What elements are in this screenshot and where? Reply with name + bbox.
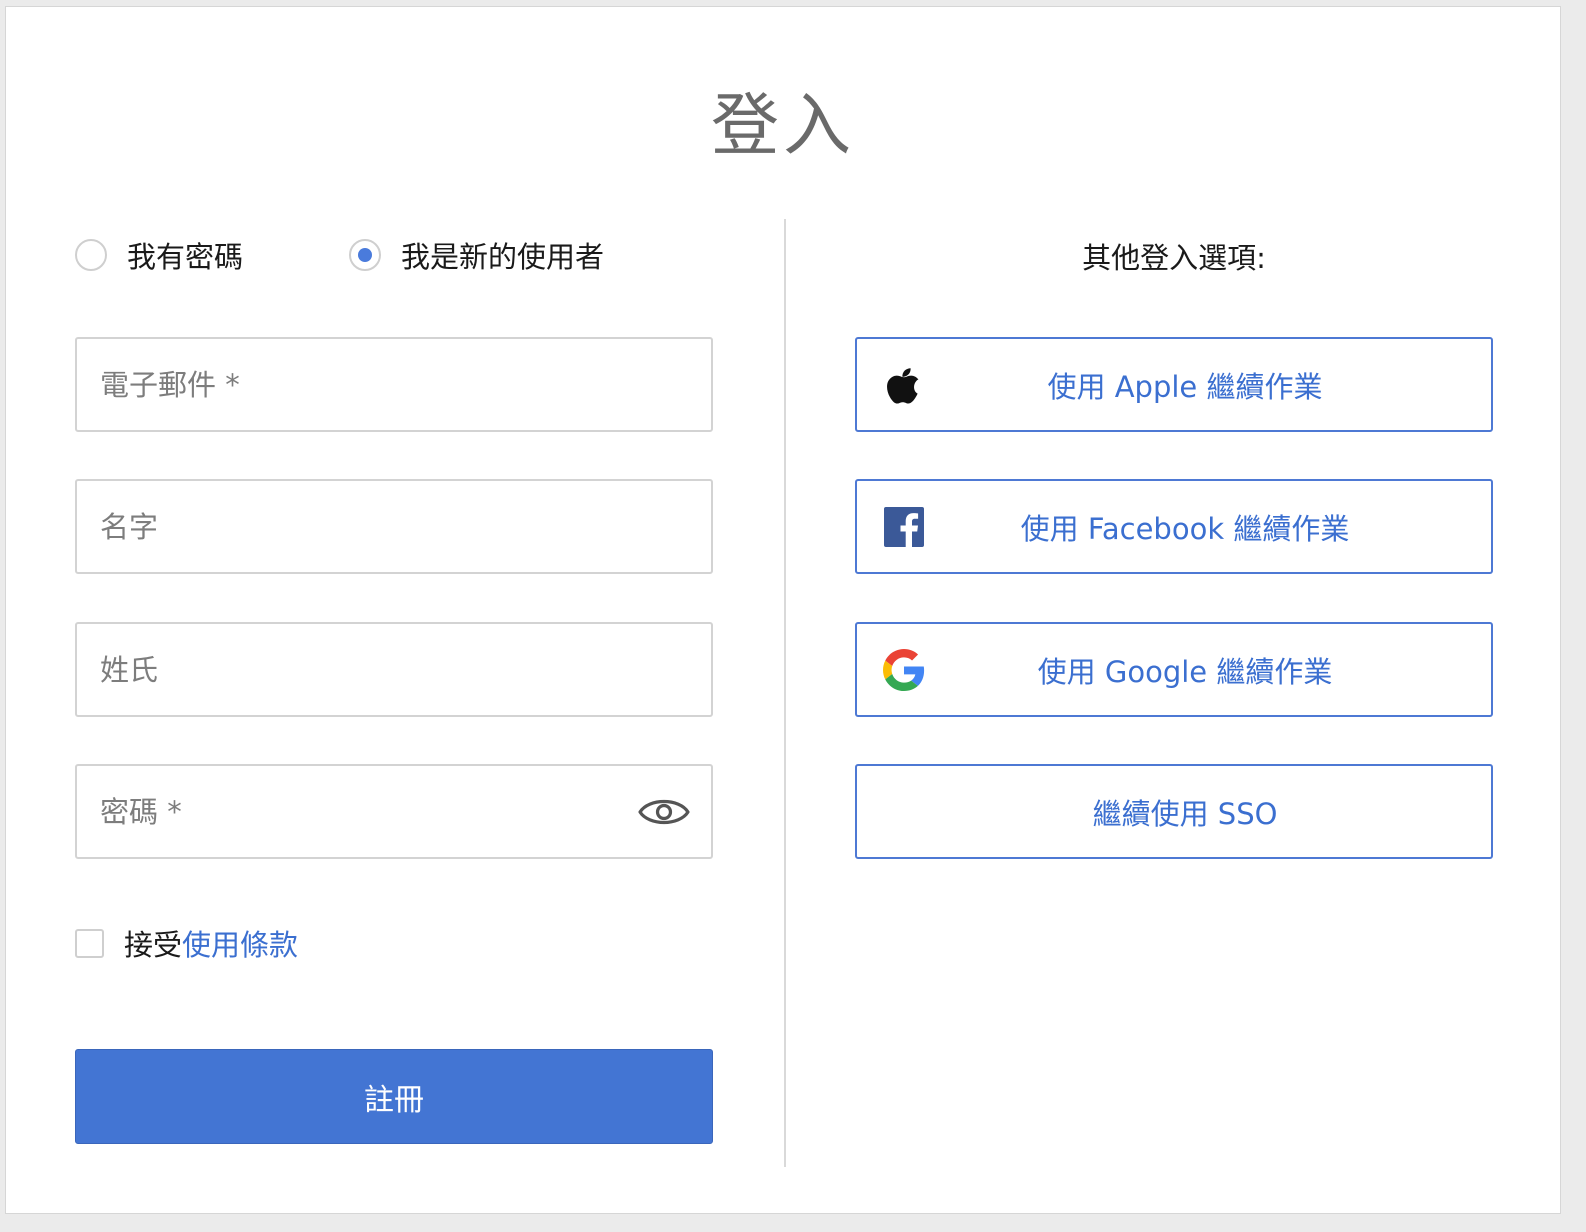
last-name-field-box xyxy=(75,622,713,717)
password-field-box xyxy=(75,764,713,859)
sso-signin-button[interactable]: 繼續使用 SSO xyxy=(855,764,1493,859)
column-divider xyxy=(784,219,786,1167)
terms-row: 接受使用條款 xyxy=(75,923,298,963)
terms-text: 接受使用條款 xyxy=(124,922,298,964)
email-field-box xyxy=(75,337,713,432)
eye-icon[interactable] xyxy=(637,793,691,831)
password-field[interactable] xyxy=(77,766,711,857)
radio-new-user[interactable]: 我是新的使用者 xyxy=(349,235,604,275)
sso-signin-label: 繼續使用 SSO xyxy=(1092,796,1278,831)
google-signin-button[interactable]: 使用 Google 繼續作業 xyxy=(855,622,1493,717)
terms-link[interactable]: 使用條款 xyxy=(182,928,298,962)
page-title: 登入 xyxy=(710,87,855,166)
facebook-signin-label: 使用 Facebook 繼續作業 xyxy=(1020,511,1350,546)
register-button[interactable]: 註冊 xyxy=(75,1049,713,1144)
terms-checkbox[interactable] xyxy=(75,928,104,958)
last-name-field[interactable] xyxy=(77,624,711,715)
terms-prefix: 接受 xyxy=(124,928,183,962)
radio-have-password-label: 我有密碼 xyxy=(127,240,244,274)
radio-new-user-circle[interactable] xyxy=(349,239,381,271)
facebook-signin-button[interactable]: 使用 Facebook 繼續作業 xyxy=(855,479,1493,574)
radio-have-password[interactable]: 我有密碼 xyxy=(75,235,243,275)
apple-signin-label: 使用 Apple 繼續作業 xyxy=(1047,369,1323,404)
google-signin-label: 使用 Google 繼續作業 xyxy=(1037,654,1333,689)
first-name-field[interactable] xyxy=(77,481,711,572)
email-field[interactable] xyxy=(77,339,711,430)
first-name-field-box xyxy=(75,479,713,574)
other-options-heading: 其他登入選項: xyxy=(1082,241,1266,275)
radio-new-user-label: 我是新的使用者 xyxy=(401,240,605,274)
radio-have-password-circle[interactable] xyxy=(75,239,107,271)
apple-signin-button[interactable]: 使用 Apple 繼續作業 xyxy=(855,337,1493,432)
login-card: 登入 我有密碼 我是新的使用者 接受使用條款 註冊 其他登入選項: xyxy=(5,6,1561,1214)
